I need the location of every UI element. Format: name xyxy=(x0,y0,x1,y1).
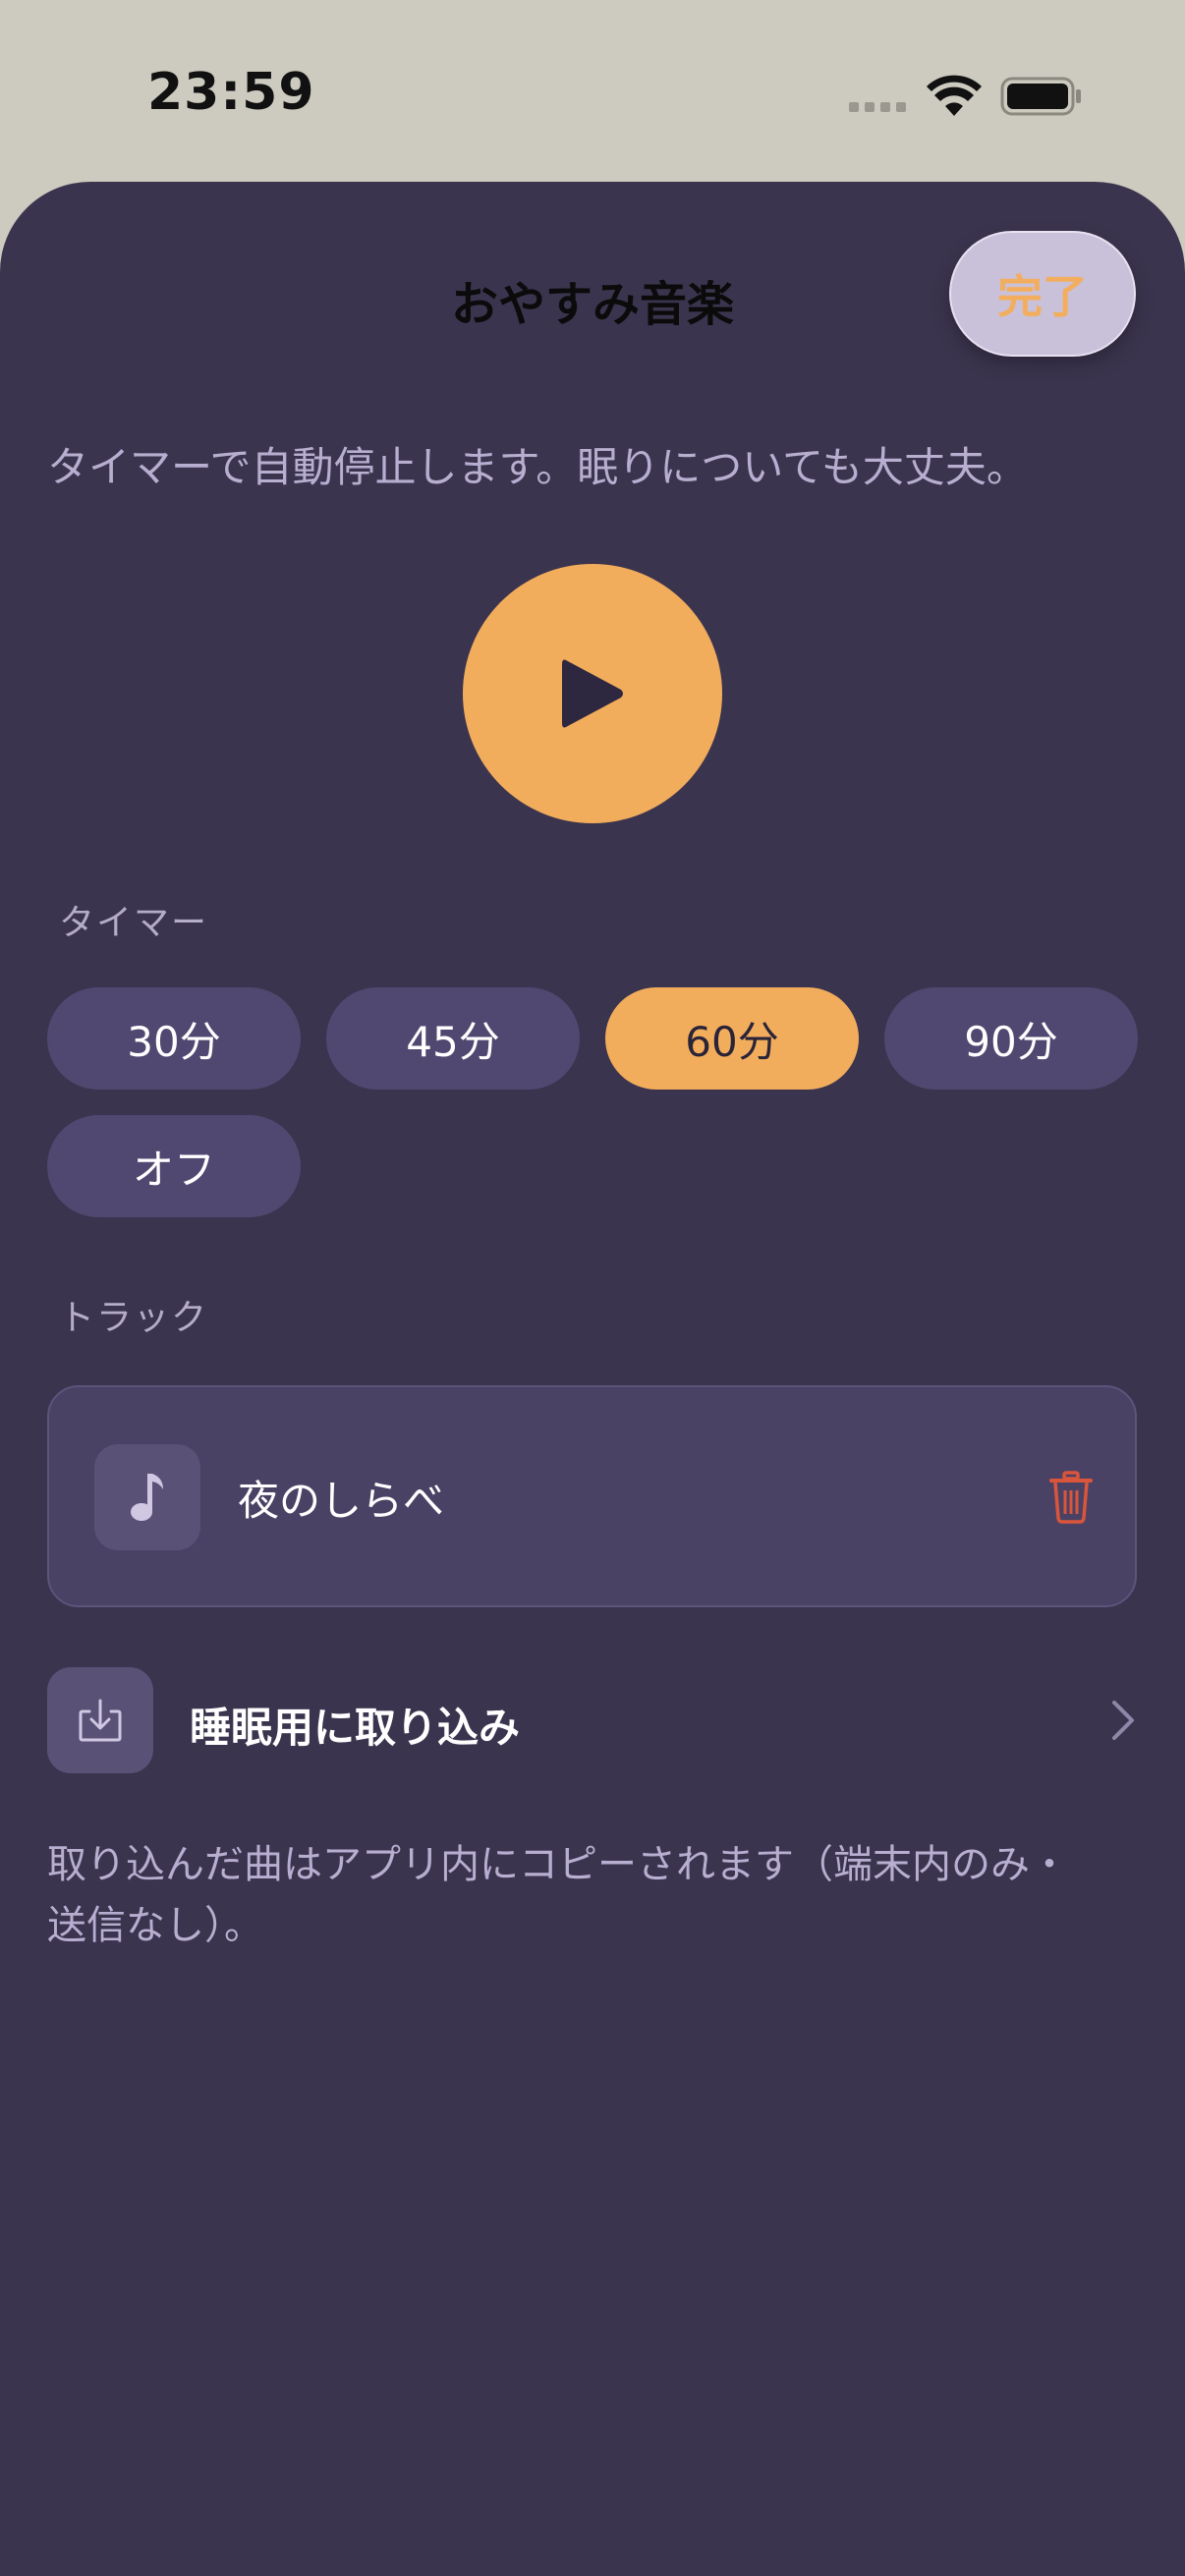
chevron-right-icon xyxy=(1112,1701,1134,1740)
import-label: 睡眠用に取り込み xyxy=(190,1704,521,1752)
timer-option-60[interactable]: 60分 xyxy=(605,987,859,1090)
track-item[interactable]: 夜のしらべ xyxy=(47,1385,1137,1607)
import-note-text: 取り込んだ曲はアプリ内にコピーされます（端末内のみ・送信なし）。 xyxy=(47,1842,1069,1948)
trash-icon xyxy=(1049,1471,1093,1524)
cellular-signal-icon xyxy=(849,102,906,112)
play-icon xyxy=(562,659,623,728)
import-icon-box xyxy=(47,1667,153,1773)
status-time: 23:59 xyxy=(147,63,315,122)
timer-option-30[interactable]: 30分 xyxy=(47,987,301,1090)
music-note-icon xyxy=(131,1474,163,1521)
timer-section-label: タイマー xyxy=(59,903,209,943)
download-tray-icon xyxy=(79,1699,122,1742)
battery-icon xyxy=(1000,77,1081,116)
timer-option-45[interactable]: 45分 xyxy=(326,987,580,1090)
play-button[interactable] xyxy=(463,564,722,823)
wifi-icon xyxy=(927,75,982,116)
sleep-music-sheet: おやすみ音楽 完了 タイマーで自動停止します。眠りについても大丈夫。 タイマー … xyxy=(0,182,1185,2576)
timer-option-90[interactable]: 90分 xyxy=(884,987,1138,1090)
track-name: 夜のしらべ xyxy=(238,1477,445,1525)
status-bar: 23:59 xyxy=(0,0,1185,182)
delete-track-button[interactable] xyxy=(1042,1466,1100,1529)
import-for-sleep-row[interactable]: 睡眠用に取り込み xyxy=(47,1667,1137,1773)
timer-option-off[interactable]: オフ xyxy=(47,1115,301,1217)
track-icon-box xyxy=(94,1444,200,1550)
done-button[interactable]: 完了 xyxy=(949,231,1136,357)
track-section-label: トラック xyxy=(59,1298,209,1338)
description-text: タイマーで自動停止します。眠りについても大丈夫。 xyxy=(47,443,1028,491)
